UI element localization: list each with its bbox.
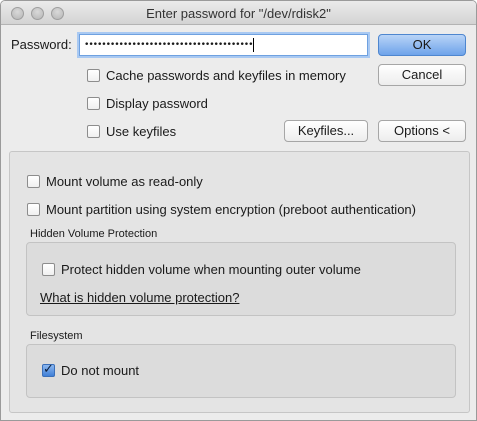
- window-title: Enter password for "/dev/rdisk2": [146, 6, 331, 21]
- cache-passwords-label: Cache passwords and keyfiles in memory: [106, 68, 346, 83]
- read-only-option[interactable]: Mount volume as read-only: [27, 174, 203, 189]
- protect-hidden-volume-checkbox[interactable]: [42, 263, 55, 276]
- options-panel: Mount volume as read-only Mount partitio…: [9, 151, 470, 413]
- password-label: Password:: [11, 37, 72, 52]
- hidden-volume-group: Protect hidden volume when mounting oute…: [26, 242, 456, 316]
- hidden-volume-help-link[interactable]: What is hidden volume protection?: [40, 290, 239, 305]
- system-encryption-label: Mount partition using system encryption …: [46, 202, 416, 217]
- filesystem-group-title: Filesystem: [30, 330, 83, 342]
- cancel-button[interactable]: Cancel: [378, 64, 466, 86]
- system-encryption-option[interactable]: Mount partition using system encryption …: [27, 202, 416, 217]
- do-not-mount-option[interactable]: Do not mount: [42, 362, 140, 378]
- password-dialog: Enter password for "/dev/rdisk2" Passwor…: [0, 0, 477, 421]
- read-only-checkbox[interactable]: [27, 175, 40, 188]
- protect-hidden-volume-label: Protect hidden volume when mounting oute…: [61, 262, 361, 277]
- use-keyfiles-option[interactable]: Use keyfiles: [87, 124, 176, 139]
- cache-passwords-option[interactable]: Cache passwords and keyfiles in memory: [87, 68, 346, 83]
- text-caret: [253, 37, 255, 52]
- keyfiles-button[interactable]: Keyfiles...: [284, 120, 368, 142]
- ok-button[interactable]: OK: [378, 34, 466, 56]
- display-password-label: Display password: [106, 96, 208, 111]
- cache-passwords-checkbox[interactable]: [87, 69, 100, 82]
- title-bar[interactable]: Enter password for "/dev/rdisk2": [1, 1, 476, 25]
- read-only-label: Mount volume as read-only: [46, 174, 203, 189]
- do-not-mount-label: Do not mount: [61, 363, 140, 378]
- system-encryption-checkbox[interactable]: [27, 203, 40, 216]
- filesystem-group: Do not mount: [26, 344, 456, 398]
- do-not-mount-checkbox[interactable]: [42, 362, 55, 377]
- hidden-volume-group-title: Hidden Volume Protection: [30, 228, 158, 240]
- password-input[interactable]: •••••••••••••••••••••••••••••••••••••••: [79, 34, 368, 56]
- protect-hidden-volume-option[interactable]: Protect hidden volume when mounting oute…: [42, 262, 361, 277]
- display-password-checkbox[interactable]: [87, 97, 100, 110]
- use-keyfiles-checkbox[interactable]: [87, 125, 100, 138]
- use-keyfiles-label: Use keyfiles: [106, 124, 177, 139]
- password-value: •••••••••••••••••••••••••••••••••••••••: [84, 40, 254, 50]
- options-button[interactable]: Options <: [378, 120, 466, 142]
- display-password-option[interactable]: Display password: [87, 96, 208, 111]
